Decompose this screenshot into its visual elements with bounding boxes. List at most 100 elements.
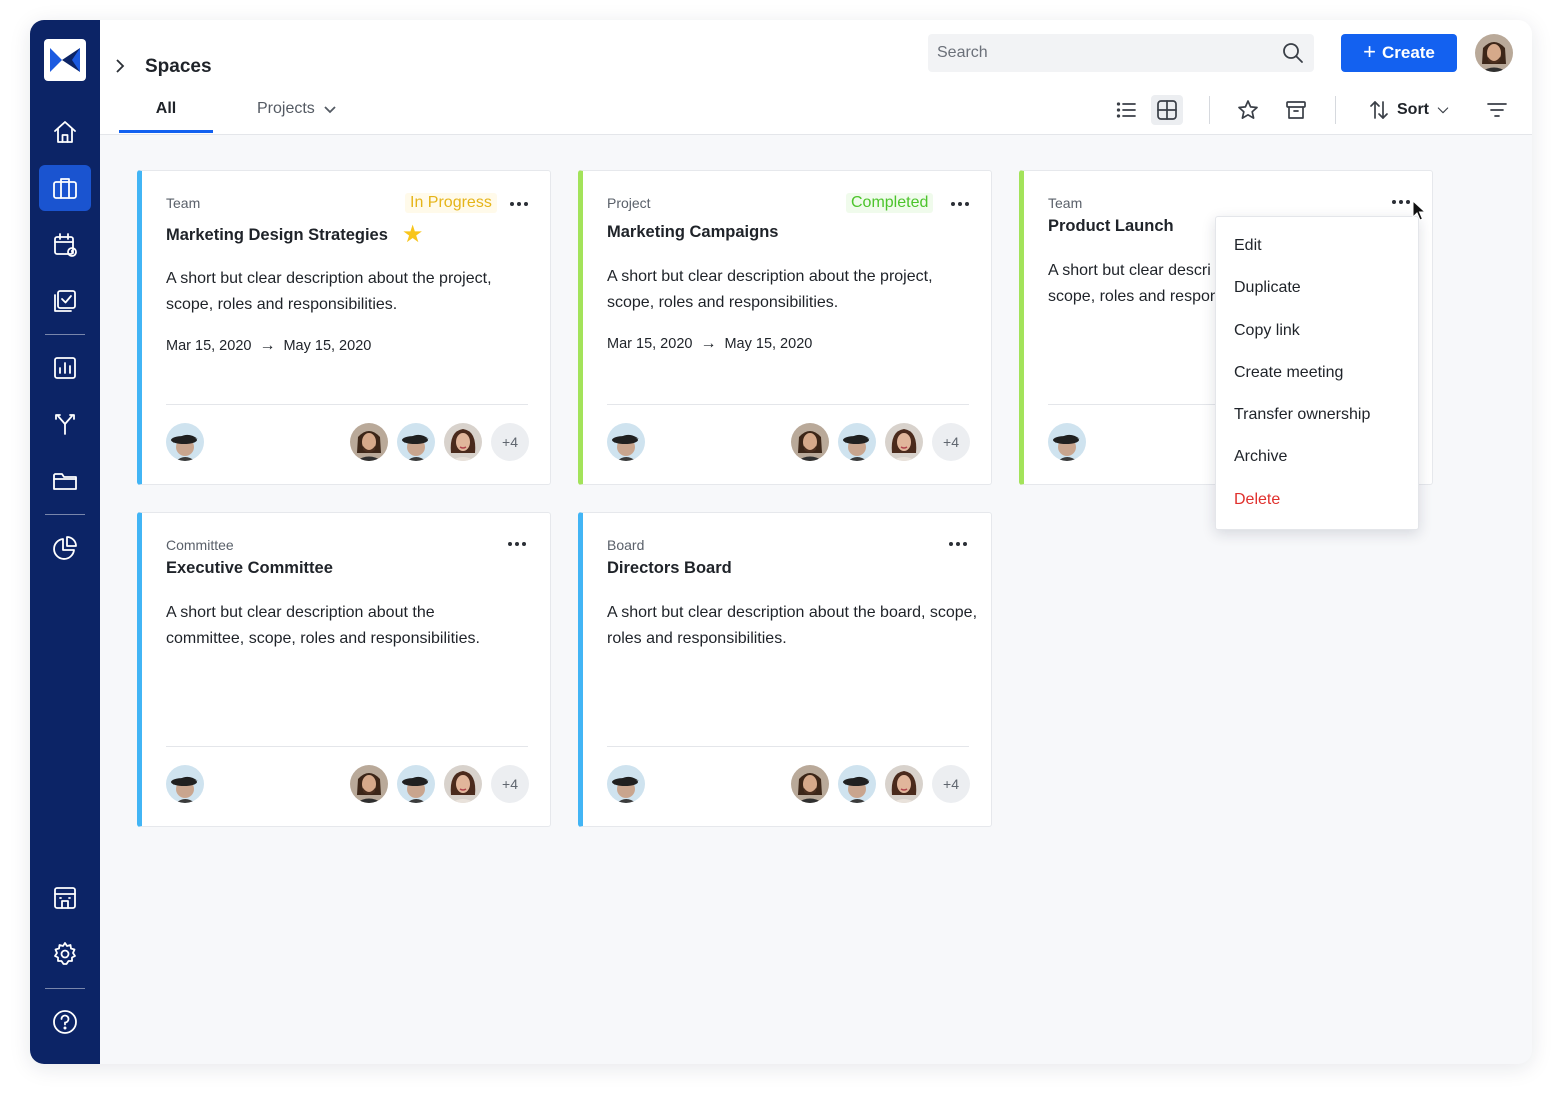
more-options-icon[interactable] bbox=[506, 194, 532, 214]
sort-button[interactable]: Sort bbox=[1367, 95, 1451, 125]
building-icon[interactable] bbox=[39, 875, 91, 921]
card-description: A short but clear description about the … bbox=[607, 268, 933, 311]
more-options-icon[interactable] bbox=[1388, 192, 1414, 212]
end-date: May 15, 2020 bbox=[283, 338, 372, 354]
menu-item-duplicate[interactable]: Duplicate bbox=[1216, 267, 1418, 309]
sidebar bbox=[30, 20, 100, 1064]
gear-icon[interactable] bbox=[39, 931, 91, 977]
member-avatar[interactable] bbox=[885, 423, 923, 461]
archive-icon[interactable] bbox=[1281, 95, 1311, 125]
menu-item-copy-link[interactable]: Copy link bbox=[1216, 310, 1418, 352]
owner-avatar[interactable] bbox=[607, 423, 645, 461]
calendar-icon[interactable] bbox=[39, 222, 91, 268]
card-divider bbox=[607, 746, 969, 747]
extra-members-badge[interactable]: +4 bbox=[491, 765, 529, 803]
owner-avatar[interactable] bbox=[1048, 423, 1086, 461]
card-title-text: Marketing Design Strategies bbox=[166, 225, 388, 244]
grid-view-icon[interactable] bbox=[1151, 95, 1183, 125]
breadcrumb-chevron-icon[interactable] bbox=[112, 58, 128, 74]
star-icon[interactable] bbox=[1233, 95, 1263, 125]
page-title: Spaces bbox=[145, 56, 212, 77]
more-options-icon[interactable] bbox=[504, 534, 530, 554]
favorite-star-icon[interactable]: ★ bbox=[402, 223, 424, 247]
tab-all-label: All bbox=[155, 100, 177, 117]
extra-members-badge[interactable]: +4 bbox=[491, 423, 529, 461]
app-window: Spaces + Create All Projects bbox=[30, 20, 1532, 1064]
owner-avatar[interactable] bbox=[166, 765, 204, 803]
menu-item-delete[interactable]: Delete bbox=[1216, 479, 1418, 521]
card-divider bbox=[166, 404, 528, 405]
member-avatar[interactable] bbox=[350, 423, 388, 461]
space-card[interactable]: Board Directors Board A short but clear … bbox=[578, 512, 992, 827]
more-options-icon[interactable] bbox=[947, 194, 973, 214]
owner-avatar[interactable] bbox=[166, 423, 204, 461]
member-avatar[interactable] bbox=[838, 423, 876, 461]
chevron-down-icon bbox=[324, 106, 336, 114]
more-options-icon[interactable] bbox=[945, 534, 971, 554]
tab-all[interactable]: All bbox=[119, 100, 213, 118]
card-title-text: Directors Board bbox=[607, 559, 732, 577]
tab-projects[interactable]: Projects bbox=[257, 100, 337, 118]
list-view-icon[interactable] bbox=[1111, 95, 1141, 125]
status-badge: Completed bbox=[846, 193, 934, 213]
card-divider bbox=[166, 746, 528, 747]
sort-icon bbox=[1370, 101, 1388, 119]
folder-icon[interactable] bbox=[39, 458, 91, 504]
member-avatar[interactable] bbox=[397, 765, 435, 803]
card-type: Board bbox=[607, 537, 645, 553]
search-input[interactable] bbox=[928, 34, 1314, 72]
extra-members-badge[interactable]: +4 bbox=[932, 423, 970, 461]
briefcase-icon[interactable] bbox=[39, 165, 91, 211]
card-type: Committee bbox=[166, 537, 234, 553]
analytics-icon[interactable] bbox=[39, 345, 91, 391]
member-avatar[interactable] bbox=[885, 765, 923, 803]
member-avatar[interactable] bbox=[444, 423, 482, 461]
card-title: Executive Committee bbox=[166, 559, 333, 578]
member-avatar[interactable] bbox=[350, 765, 388, 803]
tasks-icon[interactable] bbox=[39, 278, 91, 324]
member-avatar[interactable] bbox=[791, 423, 829, 461]
card-type: Team bbox=[1048, 195, 1083, 211]
card-title-text: Marketing Campaigns bbox=[607, 223, 779, 241]
tab-projects-label: Projects bbox=[257, 100, 315, 117]
menu-item-edit[interactable]: Edit bbox=[1216, 225, 1418, 267]
extra-members-badge[interactable]: +4 bbox=[932, 765, 970, 803]
card-title-text: Product Launch bbox=[1048, 217, 1174, 235]
filter-icon[interactable] bbox=[1482, 95, 1512, 125]
member-avatar[interactable] bbox=[791, 765, 829, 803]
start-date: Mar 15, 2020 bbox=[607, 336, 693, 352]
user-avatar[interactable] bbox=[1475, 34, 1513, 72]
search-icon[interactable] bbox=[1281, 41, 1305, 65]
pie-chart-icon[interactable] bbox=[39, 525, 91, 571]
start-date: Mar 15, 2020 bbox=[166, 338, 252, 354]
header: Spaces + Create All Projects bbox=[100, 20, 1532, 135]
brand-logo-icon[interactable] bbox=[44, 39, 86, 81]
card-description: A short but clear description about the … bbox=[166, 270, 492, 313]
create-button[interactable]: + Create bbox=[1341, 34, 1457, 72]
fork-icon[interactable] bbox=[39, 401, 91, 447]
owner-avatar[interactable] bbox=[607, 765, 645, 803]
member-avatar[interactable] bbox=[838, 765, 876, 803]
card-description: A short but clear description about the … bbox=[166, 604, 480, 647]
card-title: Marketing Campaigns bbox=[607, 223, 778, 242]
card-title: Marketing Design Strategies ★ bbox=[166, 223, 423, 247]
card-title: Directors Board bbox=[607, 559, 732, 578]
card-description: A short but clear description about the … bbox=[607, 604, 978, 647]
space-card[interactable]: Team In Progress Marketing Design Strate… bbox=[137, 170, 551, 485]
menu-item-create-meeting[interactable]: Create meeting bbox=[1216, 352, 1418, 394]
chevron-down-icon bbox=[1437, 107, 1449, 114]
space-card[interactable]: Committee Executive Committee A short bu… bbox=[137, 512, 551, 827]
space-card[interactable]: Project Completed Marketing Campaigns A … bbox=[578, 170, 992, 485]
end-date: May 15, 2020 bbox=[724, 336, 813, 352]
card-title-text: Executive Committee bbox=[166, 559, 333, 577]
tab-active-indicator bbox=[119, 130, 213, 133]
menu-item-archive[interactable]: Archive bbox=[1216, 436, 1418, 478]
home-icon[interactable] bbox=[39, 109, 91, 155]
member-avatar[interactable] bbox=[444, 765, 482, 803]
date-range: Mar 15, 2020 → May 15, 2020 bbox=[607, 335, 812, 353]
create-button-label: Create bbox=[1381, 43, 1435, 62]
mouse-cursor-icon bbox=[1412, 200, 1426, 221]
menu-item-transfer-ownership[interactable]: Transfer ownership bbox=[1216, 394, 1418, 436]
help-icon[interactable] bbox=[39, 999, 91, 1045]
member-avatar[interactable] bbox=[397, 423, 435, 461]
